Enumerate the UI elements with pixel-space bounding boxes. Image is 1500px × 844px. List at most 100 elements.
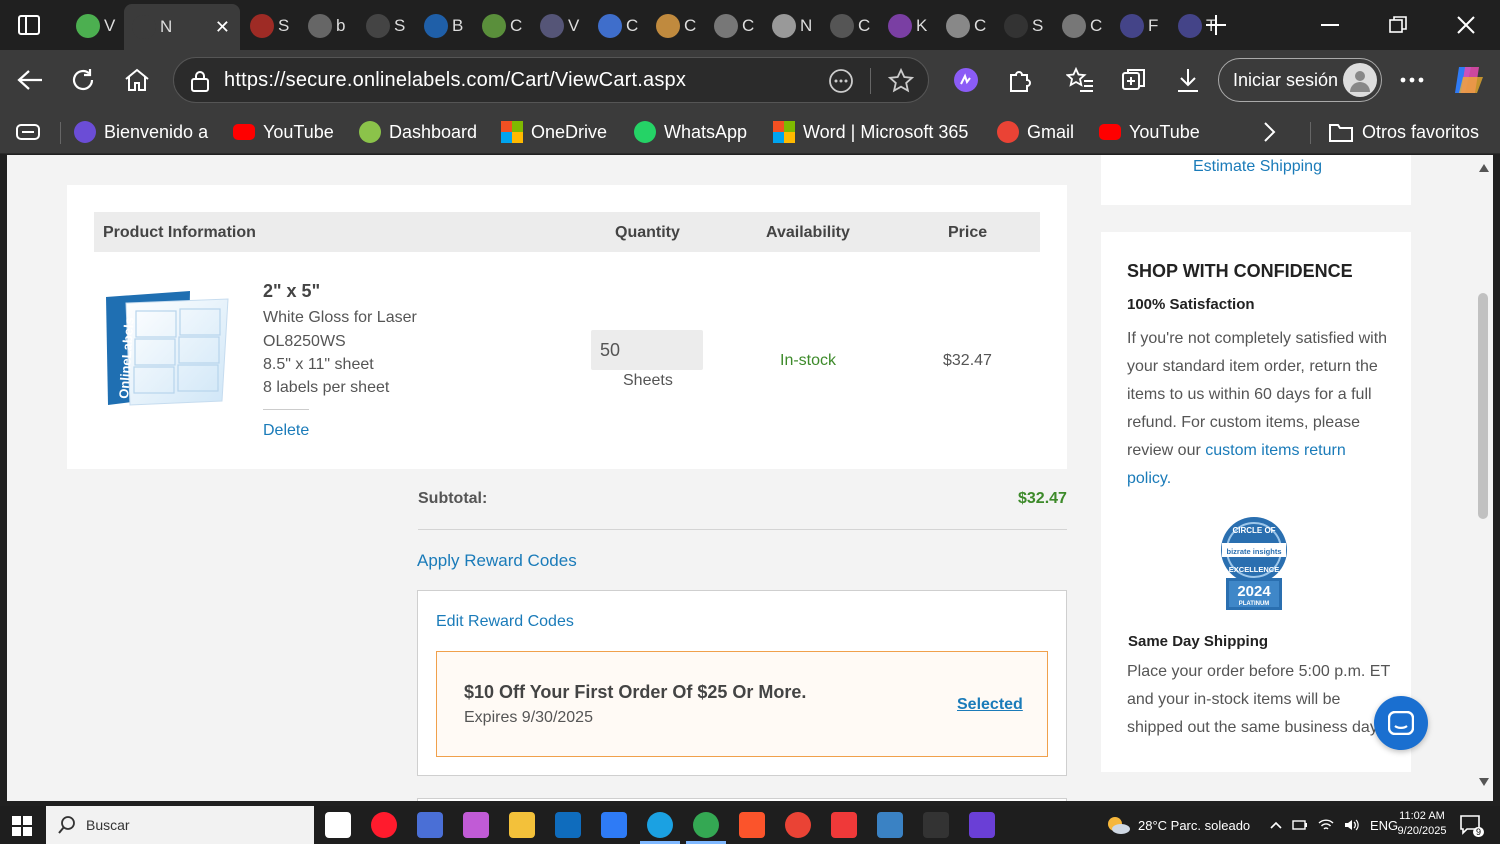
- volume-icon[interactable]: [1344, 818, 1360, 832]
- outlook-icon[interactable]: [555, 812, 581, 838]
- opera-icon[interactable]: [371, 812, 397, 838]
- browser-tab[interactable]: N: [764, 6, 818, 46]
- browser-tab[interactable]: K: [880, 6, 934, 46]
- browser-tab[interactable]: S: [996, 6, 1050, 46]
- close-tab-icon[interactable]: ✕: [215, 17, 230, 38]
- terminal-icon[interactable]: [923, 812, 949, 838]
- wifi-icon[interactable]: [1318, 818, 1334, 832]
- tab-title: S: [1032, 16, 1044, 35]
- more-bookmarks-button[interactable]: [1262, 118, 1276, 146]
- copilot-extension-button[interactable]: [948, 62, 984, 98]
- notification-center-button[interactable]: 9: [1460, 815, 1484, 837]
- apply-reward-codes-link[interactable]: Apply Reward Codes: [417, 551, 577, 571]
- battery-plug-icon[interactable]: [1292, 818, 1308, 832]
- chrome-profile-icon[interactable]: [785, 812, 811, 838]
- bookmark-item[interactable]: YouTube: [233, 118, 334, 146]
- collections-button[interactable]: [1116, 62, 1152, 98]
- settings-menu-button[interactable]: [1394, 62, 1430, 98]
- read-aloud-icon[interactable]: [828, 68, 854, 94]
- task-view-icon[interactable]: [325, 812, 351, 838]
- clock[interactable]: 11:02 AM 9/20/2025: [1394, 809, 1450, 839]
- back-button[interactable]: [12, 62, 48, 98]
- product-image[interactable]: OnlineLabels: [104, 289, 232, 407]
- home-button[interactable]: [119, 62, 155, 98]
- file-explorer-icon[interactable]: [509, 812, 535, 838]
- close-window-button[interactable]: [1432, 0, 1500, 50]
- clock-date: 9/20/2025: [1397, 825, 1447, 837]
- app-window-icon[interactable]: [877, 812, 903, 838]
- browser-tab[interactable]: C: [822, 6, 876, 46]
- bookmark-item[interactable]: OneDrive: [501, 118, 607, 146]
- satisfaction-title: 100% Satisfaction: [1127, 296, 1255, 313]
- scroll-up-arrow-icon[interactable]: [1478, 163, 1490, 173]
- extensions-button[interactable]: [1002, 62, 1038, 98]
- browser-tab[interactable]: S: [242, 6, 296, 46]
- copilot-app-icon[interactable]: [463, 812, 489, 838]
- edge-icon[interactable]: [647, 812, 673, 838]
- browser-tab[interactable]: C: [938, 6, 992, 46]
- taskbar-search-box[interactable]: Buscar: [46, 806, 314, 844]
- sign-in-button[interactable]: Iniciar sesión: [1218, 58, 1382, 102]
- url-text[interactable]: https://secure.onlinelabels.com/Cart/Vie…: [224, 69, 686, 92]
- browser-tab[interactable]: C: [1054, 6, 1108, 46]
- favorites-button[interactable]: [1062, 62, 1098, 98]
- downloads-button[interactable]: [1170, 62, 1206, 98]
- browser-tab[interactable]: C: [648, 6, 702, 46]
- browser-tab[interactable]: C: [706, 6, 760, 46]
- other-favorites-folder[interactable]: Otros favoritos: [1328, 118, 1479, 146]
- tab-actions-button[interactable]: [12, 10, 46, 40]
- calculator-icon[interactable]: [417, 812, 443, 838]
- tab-title: C: [684, 16, 697, 35]
- start-button[interactable]: [12, 816, 32, 841]
- copilot-button[interactable]: [1450, 62, 1486, 98]
- minimize-button[interactable]: [1296, 0, 1364, 50]
- chat-launcher-button[interactable]: [1374, 696, 1428, 750]
- vivaldi-icon[interactable]: [831, 812, 857, 838]
- weather-widget[interactable]: 28°C Parc. soleado: [1106, 806, 1250, 844]
- reward-selected-link[interactable]: Selected: [957, 696, 1023, 714]
- bookmark-item[interactable]: Dashboard: [359, 118, 477, 146]
- reading-list-button[interactable]: [16, 118, 40, 146]
- bookmark-item[interactable]: WhatsApp: [634, 118, 747, 146]
- browser-tab[interactable]: V: [68, 6, 122, 46]
- purple-square-icon: [74, 121, 96, 143]
- scroll-down-arrow-icon[interactable]: [1478, 777, 1490, 787]
- chat-icon: [1388, 711, 1414, 735]
- browser-tab[interactable]: V: [532, 6, 586, 46]
- scroll-thumb[interactable]: [1478, 293, 1488, 519]
- browser-tab[interactable]: B: [416, 6, 470, 46]
- chrome-icon[interactable]: [693, 812, 719, 838]
- estimate-shipping-link[interactable]: Estimate Shipping: [1193, 158, 1322, 176]
- refresh-button[interactable]: [65, 62, 101, 98]
- system-tray[interactable]: ENG: [1270, 806, 1398, 844]
- tray-overflow-chevron-icon[interactable]: [1270, 821, 1282, 829]
- edit-reward-codes-link[interactable]: Edit Reward Codes: [436, 613, 574, 631]
- tab-title: N: [160, 17, 173, 36]
- vpn-icon[interactable]: [969, 812, 995, 838]
- tab-favicon-icon: [132, 15, 156, 39]
- browser-tab[interactable]: C: [474, 6, 528, 46]
- delete-item-link[interactable]: Delete: [263, 422, 309, 440]
- sign-in-label: Iniciar sesión: [1233, 69, 1339, 90]
- browser-tab[interactable]: b: [300, 6, 354, 46]
- page-scrollbar[interactable]: [1475, 155, 1493, 801]
- bizrate-badge[interactable]: CIRCLE OF bizrate insights EXCELLENCE 20…: [1219, 516, 1289, 612]
- reward-offer-card[interactable]: $10 Off Your First Order Of $25 Or More.…: [436, 651, 1048, 757]
- bluetooth-icon[interactable]: [601, 812, 627, 838]
- favorite-star-icon[interactable]: [888, 68, 914, 94]
- browser-tab[interactable]: F: [1112, 6, 1166, 46]
- address-bar[interactable]: https://secure.onlinelabels.com/Cart/Vie…: [173, 57, 929, 103]
- browser-tab[interactable]: C: [590, 6, 644, 46]
- item-price: $32.47: [943, 352, 992, 369]
- bookmark-item[interactable]: Gmail: [997, 118, 1074, 146]
- brave-icon[interactable]: [739, 812, 765, 838]
- restore-button[interactable]: [1364, 0, 1432, 50]
- bookmark-item[interactable]: YouTube: [1099, 118, 1200, 146]
- browser-tab[interactable]: S: [358, 6, 412, 46]
- bookmark-item[interactable]: Bienvenido a: [74, 118, 208, 146]
- bookmark-item[interactable]: Word | Microsoft 365: [773, 118, 968, 146]
- browser-tab[interactable]: N ✕: [124, 4, 240, 50]
- satisfaction-body: If you're not completely satisfied with …: [1127, 330, 1388, 459]
- new-tab-button[interactable]: [1196, 0, 1236, 50]
- quantity-input[interactable]: 50: [591, 330, 703, 370]
